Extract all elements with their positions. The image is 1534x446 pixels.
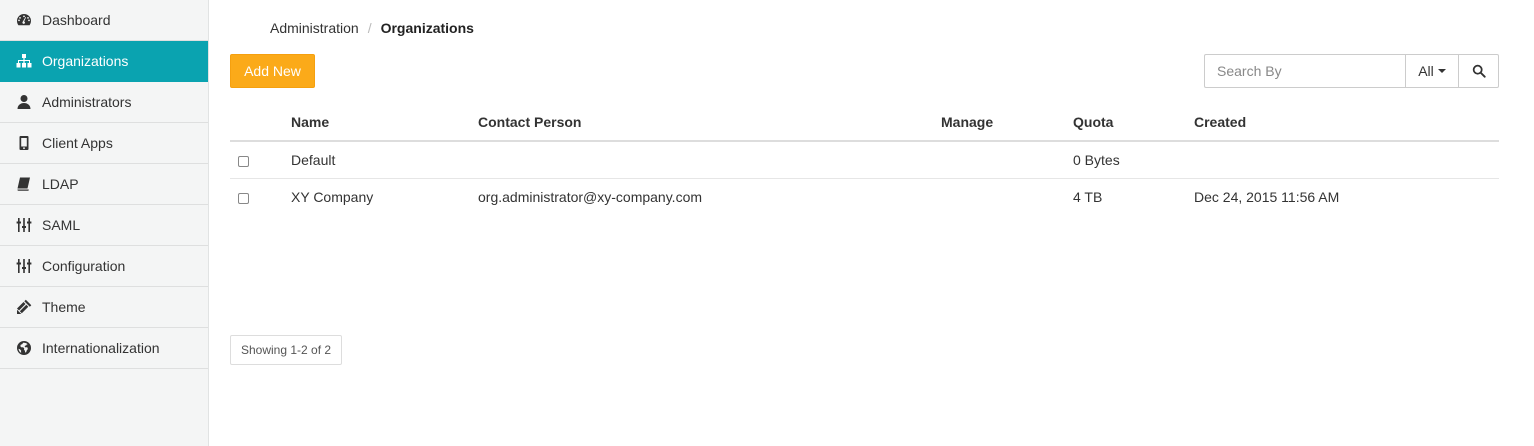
sidebar-item-label: Organizations — [42, 53, 129, 69]
breadcrumb-parent[interactable]: Administration — [270, 20, 359, 36]
table-header-row: Name Contact Person Manage Quota Created — [230, 104, 1499, 142]
header-name[interactable]: Name — [291, 104, 478, 142]
pagination-info: Showing 1-2 of 2 — [230, 335, 343, 365]
row-select-cell — [230, 178, 291, 215]
sidebar-item-theme[interactable]: Theme — [0, 287, 208, 328]
sidebar-item-client-apps[interactable]: Client Apps — [0, 123, 208, 164]
cell-created: Dec 24, 2015 11:56 AM — [1194, 188, 1340, 205]
sidebar-item-label: Configuration — [42, 258, 126, 274]
search-button[interactable] — [1459, 54, 1499, 88]
sidebar-item-label: Theme — [42, 299, 86, 315]
sidebar-item-label: Internationalization — [42, 340, 160, 356]
cell-name[interactable]: Default — [291, 141, 478, 179]
organizations-table: Name Contact Person Manage Quota Created… — [230, 104, 1499, 215]
row-checkbox[interactable] — [238, 192, 249, 204]
header-manage: Manage — [941, 104, 1073, 142]
search-group: All — [1204, 54, 1499, 88]
sidebar-item-administrators[interactable]: Administrators — [0, 82, 208, 123]
sidebar-item-saml[interactable]: SAML — [0, 205, 208, 246]
sidebar-item-label: Client Apps — [42, 135, 113, 151]
cell-contact-person — [478, 141, 941, 179]
sidebar-item-label: LDAP — [42, 176, 79, 192]
mobile-icon — [15, 135, 33, 151]
header-quota[interactable]: Quota — [1073, 104, 1194, 142]
sidebar-item-label: Dashboard — [42, 12, 111, 28]
cell-created — [1194, 141, 1499, 179]
dashboard-icon — [15, 12, 33, 28]
row-select-cell — [230, 141, 291, 179]
sidebar-item-configuration[interactable]: Configuration — [0, 246, 208, 287]
search-icon — [1472, 64, 1486, 78]
breadcrumb-separator: / — [367, 20, 372, 36]
add-new-button[interactable]: Add New — [230, 54, 315, 88]
sidebar-item-internationalization[interactable]: Internationalization — [0, 328, 208, 369]
search-input[interactable] — [1204, 54, 1405, 88]
sidebar-item-label: Administrators — [42, 94, 132, 110]
cell-contact-person: org.administrator@xy-company.com — [478, 188, 703, 205]
sidebar-item-label: SAML — [42, 217, 81, 233]
paint-icon — [15, 299, 33, 315]
sliders-icon — [15, 217, 33, 233]
sidebar-item-dashboard[interactable]: Dashboard — [0, 0, 208, 41]
book-icon — [15, 176, 33, 192]
user-icon — [15, 94, 33, 110]
table-row[interactable]: XY Company org.administrator@xy-company.… — [230, 178, 1499, 215]
main-content: Administration / Organizations Add New A… — [209, 0, 1534, 446]
cell-manage — [941, 141, 1073, 179]
cell-manage — [941, 178, 1073, 215]
sidebar-item-organizations[interactable]: Organizations — [0, 41, 208, 82]
globe-icon — [15, 340, 33, 356]
caret-down-icon — [1437, 69, 1446, 73]
sliders-icon — [15, 258, 33, 274]
row-checkbox[interactable] — [238, 155, 249, 167]
sitemap-icon — [15, 53, 33, 69]
header-contact-person[interactable]: Contact Person — [478, 104, 941, 142]
table-row[interactable]: Default 0 Bytes — [230, 141, 1499, 179]
breadcrumb: Administration / Organizations — [270, 20, 474, 36]
search-filter-dropdown[interactable]: All — [1405, 54, 1459, 88]
header-select — [230, 104, 291, 142]
search-filter-label: All — [1418, 63, 1434, 79]
breadcrumb-current: Organizations — [380, 20, 474, 36]
sidebar: Dashboard Organizations Administrators C… — [0, 0, 209, 446]
sidebar-item-ldap[interactable]: LDAP — [0, 164, 208, 205]
cell-quota: 0 Bytes — [1073, 141, 1194, 179]
cell-quota: 4 TB — [1073, 188, 1103, 205]
header-created[interactable]: Created — [1194, 104, 1499, 142]
cell-name[interactable]: XY Company — [291, 178, 478, 215]
